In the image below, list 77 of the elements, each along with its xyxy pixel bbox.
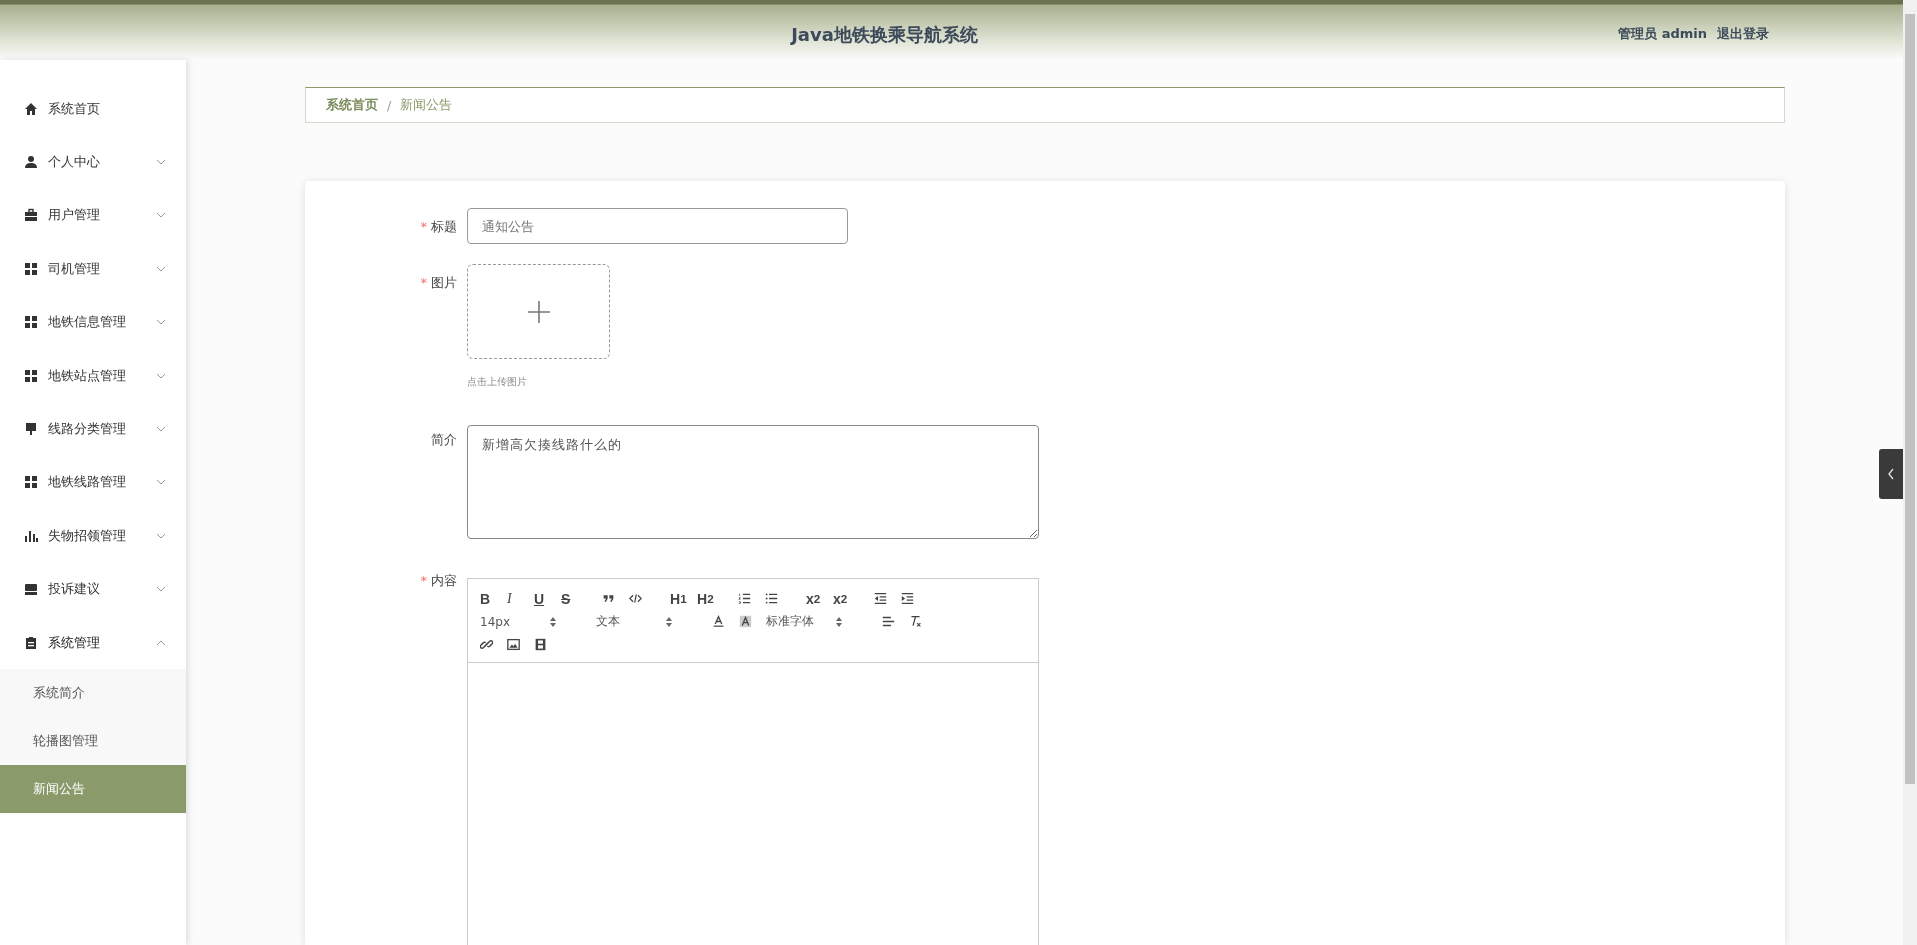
scrollbar-thumb[interactable] <box>1905 14 1915 784</box>
chevron-icon <box>156 532 166 539</box>
upload-box[interactable] <box>467 264 610 359</box>
field-label: 标题 <box>431 219 457 234</box>
text-color-icon[interactable] <box>712 615 725 628</box>
indent-icon[interactable] <box>901 592 914 605</box>
menu-item[interactable]: 地铁信息管理 <box>0 295 186 349</box>
grid-icon <box>24 475 38 490</box>
clear-format-icon[interactable] <box>909 615 922 628</box>
bar-chart-icon <box>24 528 38 543</box>
grid-icon <box>24 368 38 383</box>
menu-item[interactable]: 用户管理 <box>0 188 186 243</box>
sort-arrows-icon <box>836 616 842 627</box>
scrollbar[interactable] <box>1903 0 1917 945</box>
chevron-icon <box>156 372 166 379</box>
outdent-icon[interactable] <box>874 592 887 605</box>
chevron-icon <box>156 319 166 326</box>
film-icon[interactable] <box>534 638 547 651</box>
menu-item[interactable]: 地铁站点管理 <box>0 348 186 403</box>
summary-field[interactable]: 新增高欠揍线路什么的 <box>467 425 1039 539</box>
chevron-icon <box>156 159 166 166</box>
user-label: 管理员 admin <box>1618 25 1707 43</box>
logout-link[interactable]: 退出登录 <box>1717 25 1769 43</box>
menu-item[interactable]: 线路分类管理 <box>0 402 186 456</box>
briefcase-icon <box>24 208 38 223</box>
code-icon[interactable] <box>629 592 642 605</box>
chevron-icon <box>156 586 166 593</box>
menu-item[interactable]: 投诉建议 <box>0 562 186 616</box>
plus-icon <box>526 299 551 324</box>
breadcrumb-link[interactable]: 系统首页 <box>326 96 378 114</box>
breadcrumb-separator: / <box>387 97 392 113</box>
grid-icon <box>24 261 38 276</box>
required-mark: * <box>420 573 427 588</box>
grid-icon <box>24 315 38 330</box>
chevron-icon <box>156 639 166 646</box>
menu-item[interactable]: 失物招领管理 <box>0 509 186 563</box>
field-label: 图片 <box>431 275 457 290</box>
menu-item[interactable]: 系统首页 <box>0 82 186 136</box>
format-button[interactable]: U <box>534 588 561 609</box>
upload-hint: 点击上传图片 <box>467 375 528 389</box>
required-mark: * <box>420 219 427 234</box>
submenu-item[interactable]: 轮播图管理 <box>0 717 186 766</box>
title-field[interactable]: 通知公告 <box>467 208 848 244</box>
numbered-list-icon[interactable] <box>738 592 751 605</box>
sort-arrows-icon <box>666 616 672 627</box>
chevron-left-icon <box>1887 468 1895 480</box>
home-icon <box>24 101 38 116</box>
quote-icon[interactable] <box>602 592 615 605</box>
submenu-item[interactable]: 系统简介 <box>0 669 186 718</box>
align-left-icon[interactable] <box>882 615 895 628</box>
chevron-icon <box>156 212 166 219</box>
person-icon <box>24 155 38 170</box>
toolbar-select[interactable]: 标准字体 <box>766 611 862 632</box>
image-icon[interactable] <box>507 638 520 651</box>
format-button[interactable]: S <box>561 588 588 609</box>
clipboard-icon <box>24 635 38 650</box>
menu-item[interactable]: 地铁线路管理 <box>0 455 186 510</box>
menu-item[interactable]: 司机管理 <box>0 242 186 296</box>
menu-item[interactable]: 个人中心 <box>0 135 186 189</box>
toolbar-select[interactable]: 文本 <box>596 611 692 632</box>
inbox-icon <box>24 582 38 597</box>
field-label: 简介 <box>431 432 457 447</box>
app-title: Java地铁换乘导航系统 <box>791 23 978 47</box>
link-icon[interactable] <box>480 638 493 651</box>
menu-item[interactable]: 系统管理 <box>0 615 186 670</box>
sort-arrows-icon <box>550 616 556 627</box>
format-button[interactable]: I <box>507 588 534 609</box>
bullet-list-icon[interactable] <box>765 592 778 605</box>
required-mark: * <box>420 275 427 290</box>
highlight-icon[interactable] <box>739 615 752 628</box>
toolbar-select[interactable]: 14px <box>480 611 576 632</box>
chevron-icon <box>156 265 166 272</box>
format-button[interactable]: B <box>480 588 507 609</box>
chevron-icon <box>156 479 166 486</box>
chevron-icon <box>156 426 166 433</box>
field-label: 内容 <box>431 573 457 588</box>
brush-icon <box>24 422 38 437</box>
